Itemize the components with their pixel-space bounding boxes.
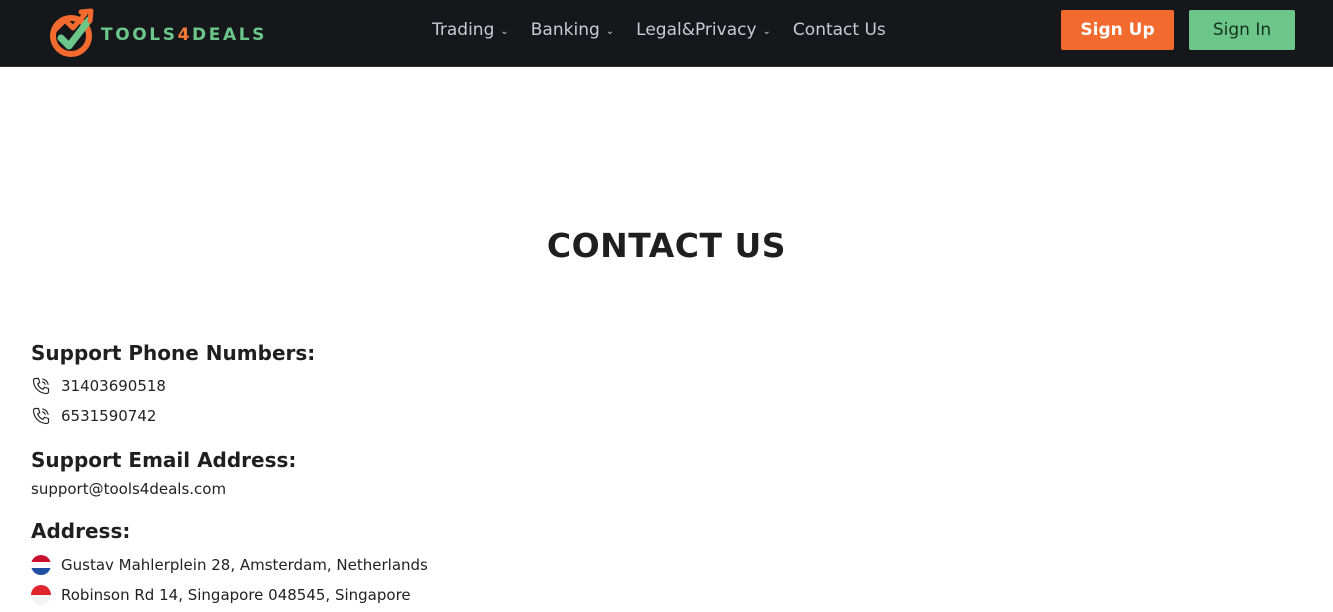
phone-number: 31403690518 [61,377,166,395]
nav-item-label: Legal&Privacy [636,20,757,40]
support-phone-heading: Support Phone Numbers: [31,341,316,365]
sign-in-button[interactable]: Sign In [1189,10,1295,50]
sign-up-button[interactable]: Sign Up [1061,10,1174,50]
nav-item-contact-us[interactable]: Contact Us [793,20,886,40]
support-email-heading: Support Email Address: [31,448,297,472]
brand-logo[interactable]: TOOLS4DEALS [45,6,267,58]
logo-icon [50,8,94,57]
singapore-flag-icon [31,585,51,605]
chevron-down-icon: ⌄ [762,25,771,37]
address-row: Robinson Rd 14, Singapore 048545, Singap… [31,585,411,605]
page-title: CONTACT US [546,226,787,265]
phone-icon [32,377,50,395]
phone-number-row[interactable]: 31403690518 [31,376,166,396]
netherlands-flag-icon [31,555,51,575]
nav-item-label: Contact Us [792,20,886,40]
nav-item-trading[interactable]: Trading ⌄ [432,20,509,40]
brand-wordmark-part1: TOOLS [101,25,178,45]
nav-item-label: Banking [530,20,600,40]
address-row: Gustav Mahlerplein 28, Amsterdam, Nether… [31,555,428,575]
phone-number-row[interactable]: 6531590742 [31,406,156,426]
address-text: Gustav Mahlerplein 28, Amsterdam, Nether… [61,556,428,574]
address-text: Robinson Rd 14, Singapore 048545, Singap… [61,586,411,604]
phone-icon [32,407,50,425]
support-email: support@tools4deals.com [31,480,227,498]
phone-number: 6531590742 [61,407,157,425]
nav-item-legal-privacy[interactable]: Legal&Privacy ⌄ [636,20,771,40]
chevron-down-icon: ⌄ [500,25,509,37]
address-heading: Address: [31,519,131,543]
brand-wordmark: TOOLS4DEALS [101,25,267,45]
nav-item-banking[interactable]: Banking ⌄ [531,20,614,40]
support-email-link[interactable]: support@tools4deals.com [31,480,226,498]
nav-item-label: Trading [432,20,495,40]
brand-wordmark-part3: DEALS [192,25,267,45]
brand-wordmark-part2: 4 [177,25,193,45]
main-nav: Trading ⌄ Banking ⌄ Legal&Privacy ⌄ Cont… [432,20,908,40]
top-navbar: TOOLS4DEALS Trading ⌄ Banking ⌄ Legal&Pr… [0,0,1333,67]
chevron-down-icon: ⌄ [605,25,615,37]
